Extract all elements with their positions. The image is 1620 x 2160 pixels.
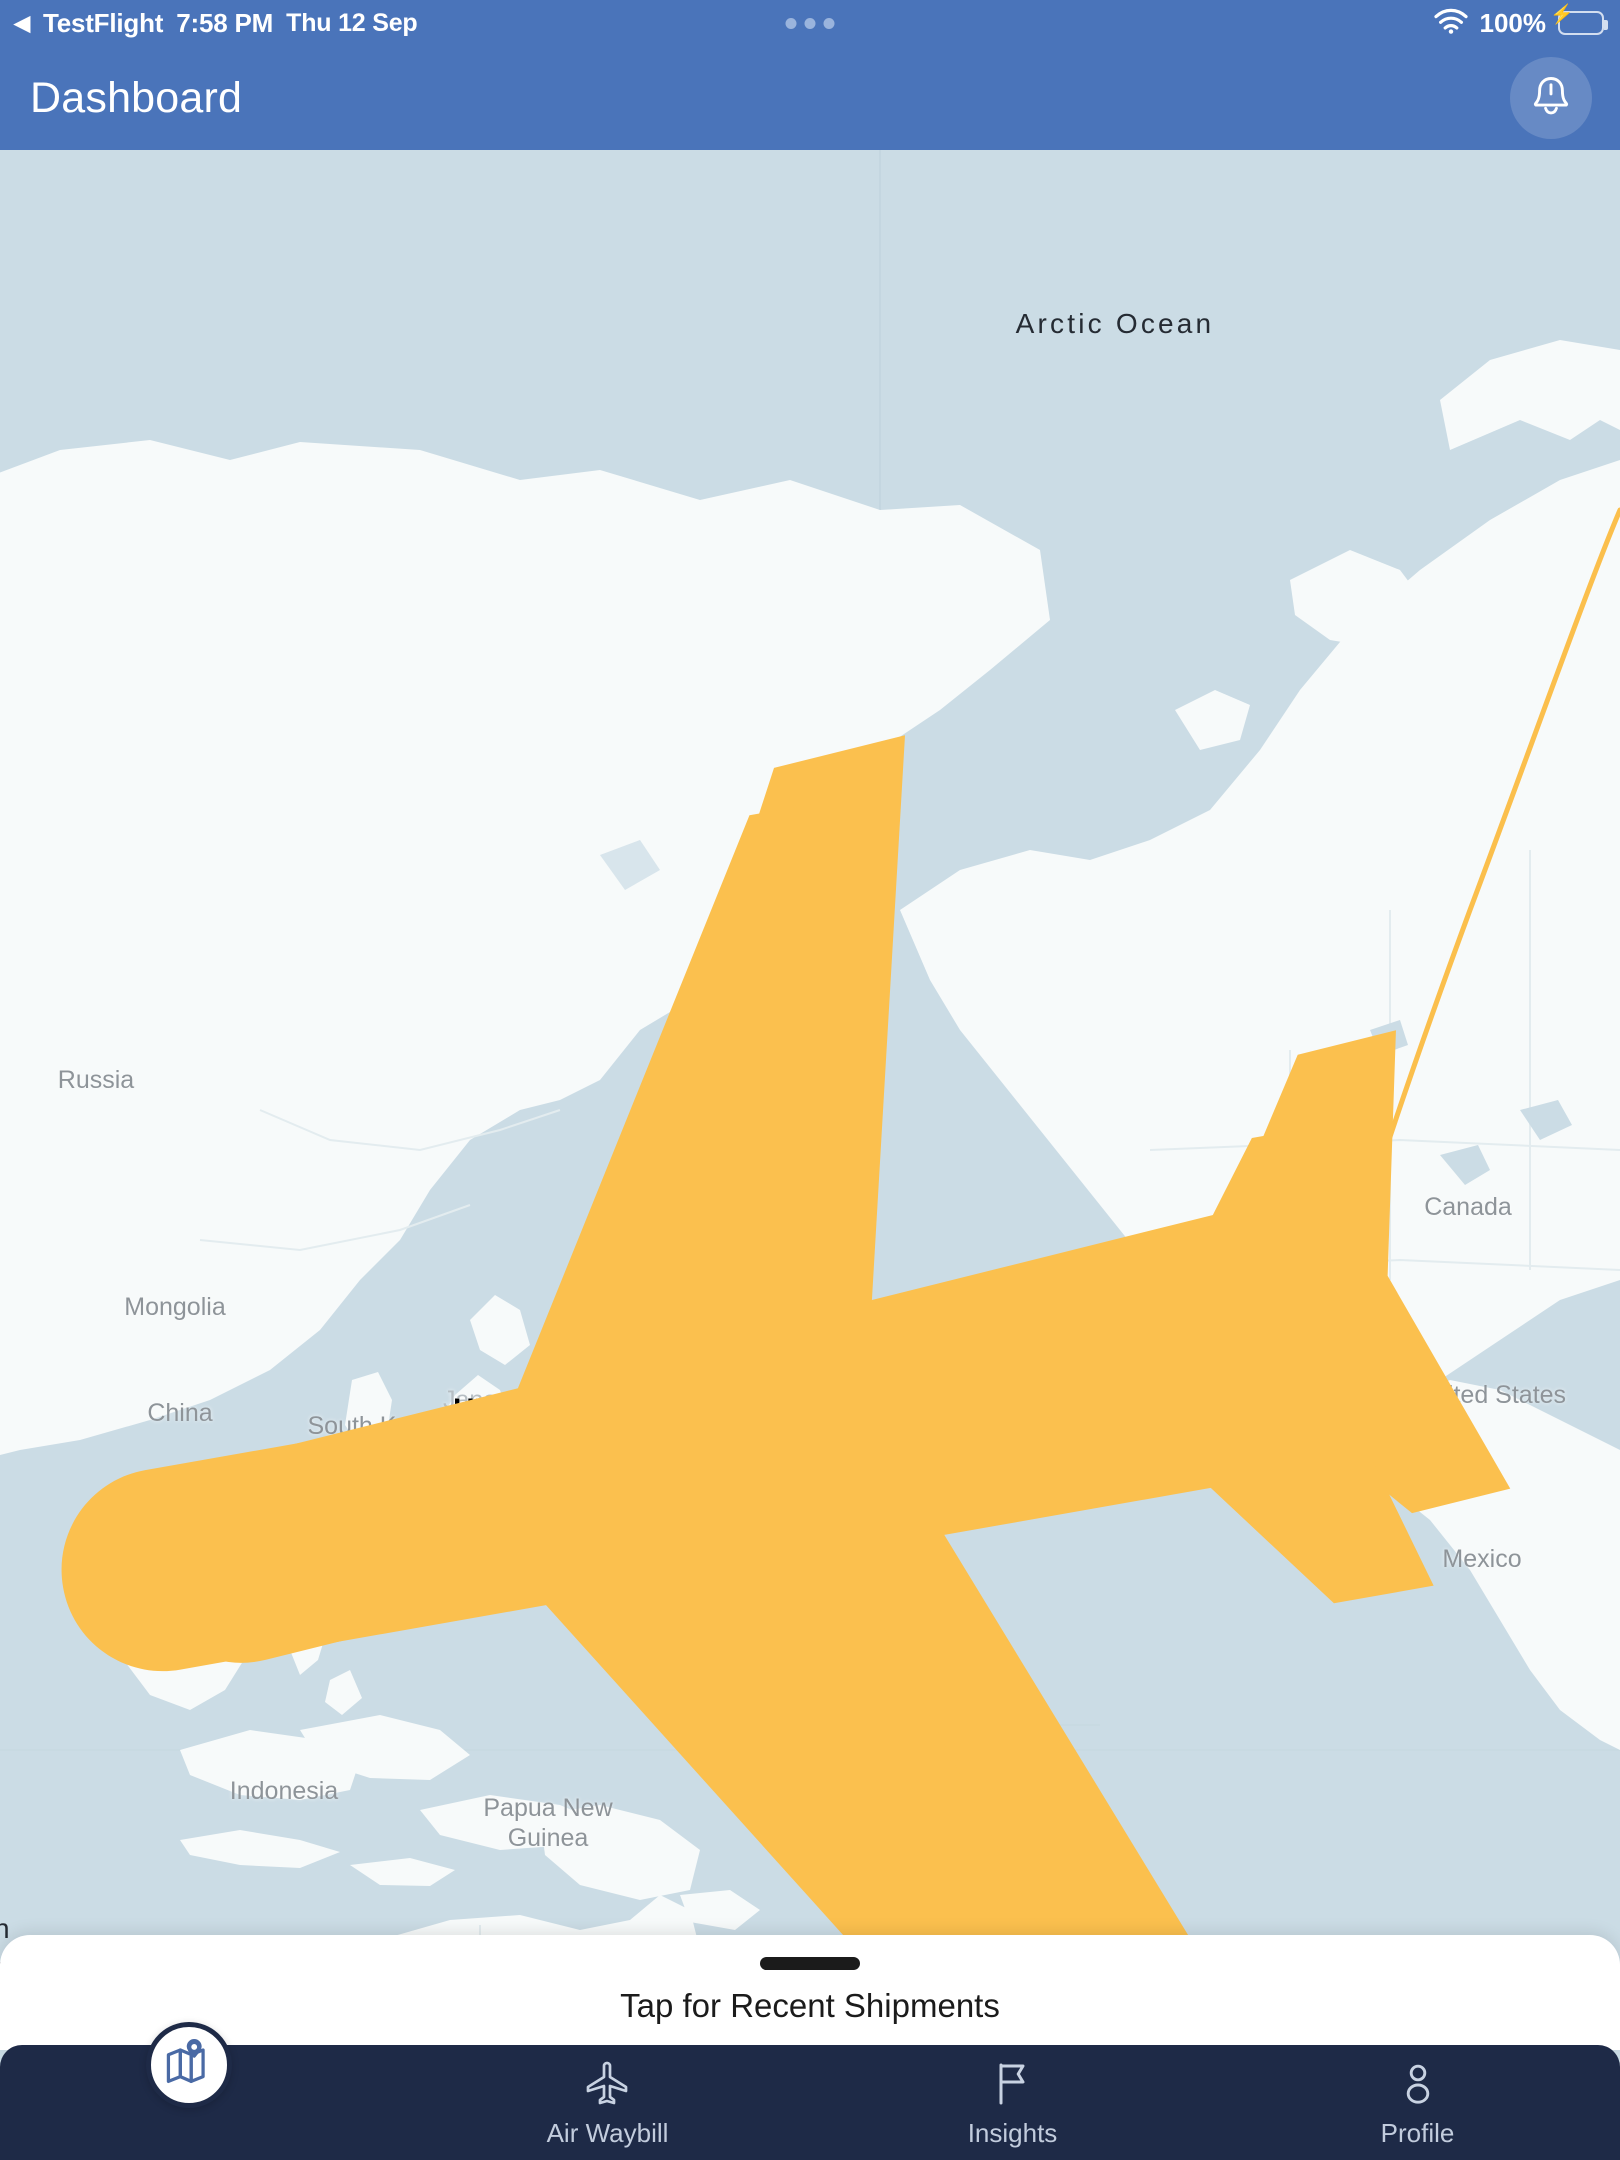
sheet-label: Tap for Recent Shipments	[620, 1987, 1000, 2024]
map-fab-button[interactable]	[146, 2022, 232, 2108]
person-icon	[1394, 2059, 1442, 2112]
back-arrow-icon[interactable]: ◀	[14, 13, 30, 34]
flag-icon	[989, 2059, 1037, 2112]
battery-charging-icon: ⚡	[1550, 6, 1608, 35]
bell-icon	[1529, 73, 1573, 124]
status-bar: ◀ TestFlight 7:58 PM Thu 12 Sep 100% ⚡	[0, 0, 1620, 46]
sheet-drag-handle[interactable]	[760, 1957, 860, 1970]
tab-label: Insights	[967, 2118, 1058, 2148]
status-bar-dots	[785, 17, 835, 29]
map-view[interactable]: .land{ fill:#f7fafa; } .land2{ fill:#f2f…	[0, 150, 1620, 2160]
recent-shipments-sheet[interactable]: Tap for Recent Shipments	[0, 1935, 1620, 2050]
status-bar-left: ◀ TestFlight 7:58 PM Thu 12 Sep	[0, 8, 418, 39]
tab-profile[interactable]: Profile	[1215, 2045, 1620, 2149]
page-title: Dashboard	[30, 73, 243, 122]
app-root: ◀ TestFlight 7:58 PM Thu 12 Sep 100% ⚡ D…	[0, 0, 1620, 2160]
nav-bar: Dashboard	[0, 46, 1620, 150]
notifications-button[interactable]	[1510, 57, 1592, 139]
tab-bar: Air Waybill Insights Profile	[0, 2045, 1620, 2160]
back-app-label[interactable]: TestFlight	[43, 8, 163, 39]
tab-insights[interactable]: Insights	[810, 2045, 1215, 2149]
map-canvas: .land{ fill:#f7fafa; } .land2{ fill:#f2f…	[0, 150, 1620, 2160]
status-bar-right: 100% ⚡	[1433, 6, 1608, 39]
tab-label: Air Waybill	[546, 2118, 669, 2148]
tab-label: Profile	[1380, 2118, 1455, 2148]
dot-icon	[804, 17, 816, 29]
airplane-icon	[584, 2059, 632, 2112]
status-bar-date: Thu 12 Sep	[286, 8, 418, 37]
tab-air-waybill[interactable]: Air Waybill	[405, 2045, 810, 2149]
map-pin-icon	[163, 2037, 215, 2094]
dot-icon	[823, 17, 835, 29]
dot-icon	[785, 17, 797, 29]
battery-percent-label: 100%	[1479, 7, 1547, 38]
wifi-icon	[1433, 8, 1468, 39]
status-bar-time: 7:58 PM	[176, 7, 274, 38]
